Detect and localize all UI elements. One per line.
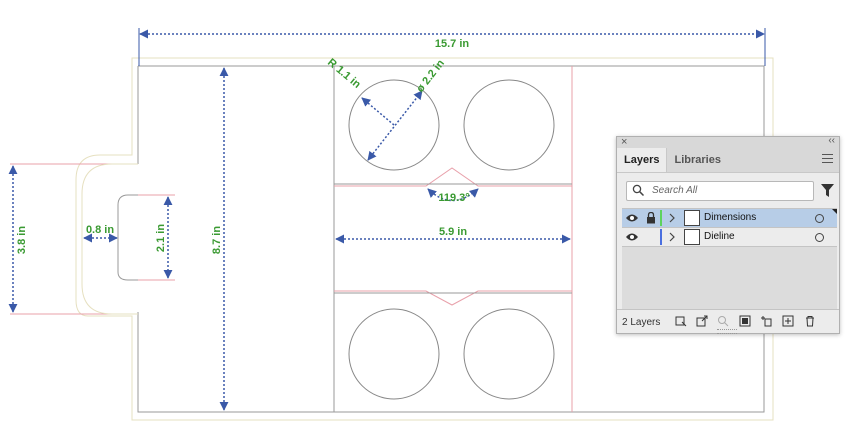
layer-count: 2 Layers	[622, 317, 661, 328]
dim-radius-line	[361, 97, 395, 126]
new-sublayer-icon[interactable]	[760, 315, 772, 327]
dim-tab-gap-label: 0.8 in	[86, 224, 114, 236]
panel-menu-icon[interactable]	[822, 154, 833, 166]
search-icon	[632, 184, 645, 197]
locate-object-icon[interactable]	[675, 315, 687, 327]
layer-color-bar	[660, 210, 662, 226]
search-input[interactable]: Search All	[626, 181, 814, 201]
panel-title-bar[interactable]: × ‹‹	[617, 134, 839, 149]
layer-color-bar	[660, 229, 662, 245]
resize-grip[interactable]	[717, 329, 737, 334]
layer-row-dieline[interactable]: Dieline	[622, 228, 837, 247]
target-icon[interactable]	[815, 214, 824, 223]
circle-top-right	[463, 79, 555, 171]
tab-libraries[interactable]: Libraries	[667, 148, 727, 172]
selection-corner-icon	[832, 209, 837, 214]
eye-icon[interactable]	[626, 213, 638, 223]
chevron-right-icon[interactable]	[669, 232, 675, 242]
layers-panel: × ‹‹ Layers Libraries Search All Dimensi…	[616, 134, 840, 334]
tab-layers[interactable]: Layers	[617, 148, 668, 172]
dimension-labels: 15.7 in 3.8 in 0.8 in 2.1 in 8.7 in R 1.…	[16, 38, 470, 254]
close-icon[interactable]: ×	[621, 135, 627, 149]
layer-thumbnail	[684, 229, 700, 245]
layers-list: Dimensions Dieline	[622, 208, 837, 309]
dim-angle-label: 119.3°	[438, 192, 469, 204]
trash-icon[interactable]	[804, 315, 816, 327]
layer-thumbnail	[684, 210, 700, 226]
dim-diameter-line	[367, 90, 423, 161]
dim-side-height-label: 3.8 in	[16, 226, 28, 254]
clipping-mask-icon[interactable]	[739, 315, 751, 327]
circle-bottom-left	[348, 308, 440, 400]
dim-inner-width-label: 5.9 in	[439, 226, 467, 238]
search-row: Search All	[617, 173, 839, 207]
filter-icon[interactable]	[821, 184, 834, 197]
circle-cutouts	[348, 79, 555, 400]
export-icon[interactable]	[696, 315, 708, 327]
dim-radius-label: R 1.1 in	[325, 57, 363, 92]
target-icon[interactable]	[815, 233, 824, 242]
eye-icon[interactable]	[626, 232, 638, 242]
collapse-icon[interactable]: ‹‹	[828, 134, 835, 148]
dim-slot-height-label: 2.1 in	[155, 224, 167, 252]
chevron-right-icon[interactable]	[669, 213, 675, 223]
panel-tabs: Layers Libraries	[617, 148, 839, 173]
lock-icon[interactable]	[646, 212, 656, 224]
layer-row-dimensions[interactable]: Dimensions	[622, 209, 837, 228]
dim-overall-width-label: 15.7 in	[435, 38, 470, 50]
layer-name[interactable]: Dieline	[704, 231, 735, 242]
new-layer-icon[interactable]	[782, 315, 794, 327]
dim-body-height-label: 8.7 in	[211, 226, 223, 254]
search-icon[interactable]	[717, 315, 729, 327]
panel-footer: 2 Layers	[617, 309, 839, 334]
dim-diameter-label: ø 2.2 in	[414, 57, 447, 94]
circle-bottom-right	[463, 308, 555, 400]
search-placeholder: Search All	[652, 185, 698, 196]
layer-name[interactable]: Dimensions	[704, 212, 756, 223]
